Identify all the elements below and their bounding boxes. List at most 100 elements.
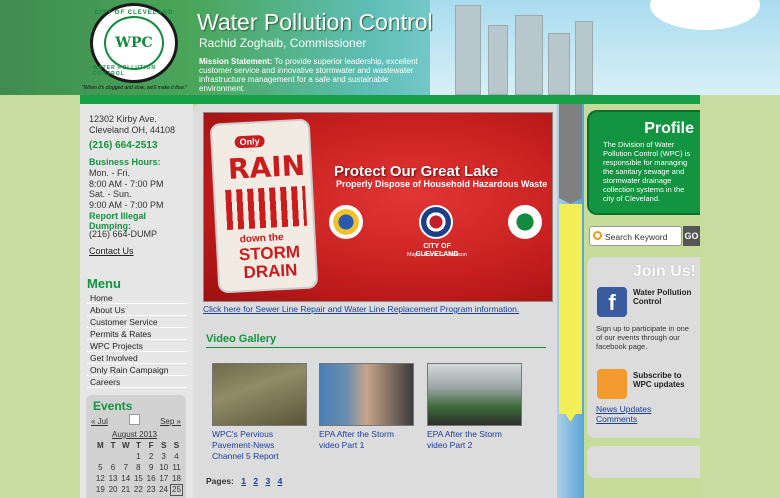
calendar-day[interactable]: 19 [94,484,107,495]
calendar-day[interactable]: 13 [107,473,120,484]
calendar-day[interactable]: 7 [119,462,132,473]
next-month-link[interactable]: Sep » [160,417,181,426]
video-thumbnail[interactable] [427,363,522,426]
profile-title: Profile [644,120,694,137]
calendar-day[interactable]: 9 [145,462,158,473]
building-graphic [515,15,543,95]
building-graphic [455,5,481,95]
video-item[interactable]: EPA After the Storm video Part 1 [319,363,414,451]
calendar-day[interactable]: 2 [145,451,158,462]
events-title: Events [93,399,133,413]
weekday: W [121,441,130,450]
banner-headline: Protect Our Great Lake [334,163,499,180]
logo-center: WPC [104,16,164,70]
rss-icon[interactable] [597,369,627,399]
wpc-logo[interactable]: CITY OF CLEVELAND WPC WATER POLLUTION CO… [90,3,178,83]
menu-item-customer-service[interactable]: Customer Service [87,316,187,328]
video-caption[interactable]: EPA After the Storm video Part 1 [319,429,414,451]
menu-item-wpc-projects[interactable]: WPC Projects [87,340,187,352]
calendar-day[interactable]: 22 [132,484,145,495]
calendar-day[interactable]: 24 [157,484,170,495]
address-line: 12302 Kirby Ave. [89,114,157,124]
sewer-repair-link[interactable]: Click here for Sewer Line Repair and Wat… [203,304,519,314]
contact-us-link[interactable]: Contact Us [89,246,134,256]
video-thumbnail[interactable] [319,363,414,426]
calendar-day[interactable]: 4 [170,451,183,462]
calendar-icon[interactable] [129,414,140,425]
calendar-day[interactable]: 16 [145,473,158,484]
calendar-day[interactable]: 23 [145,484,158,495]
phone-number: (216) 664-2513 [89,140,158,151]
calendar-week: 1234 [94,451,183,462]
report-title-line: Report Illegal [89,211,147,221]
rss-label[interactable]: Subscribe to WPC updates [633,371,700,389]
weekday: T [110,441,116,450]
menu-item-permits-rates[interactable]: Permits & Rates [87,328,187,340]
news-updates-link[interactable]: News Updates [596,404,651,414]
calendar-week: 19 20 21 22 23 24 25 [94,483,184,496]
raindrops-graphic [225,185,308,230]
building-graphic [548,33,570,95]
menu-item-about-us[interactable]: About Us [87,304,187,316]
menu-item-only-rain-campaign[interactable]: Only Rain Campaign [87,364,187,376]
tagline: "When it's clogged and slow, we'll make … [82,85,187,91]
profile-text: The Division of Water Pollution Control … [603,140,691,203]
only-rain-card: Only RAIN down the STORM DRAIN [209,118,319,294]
banner-mayor: Mayor Frank G. Jackson [407,252,467,258]
video-item[interactable]: EPA After the Storm video Part 2 [427,363,522,451]
right-sidebar: Profile The Division of Water Pollution … [584,104,700,498]
page-link[interactable]: 1 [241,476,246,486]
calendar-grid: M T W T F S S 1234 5 6 7 8 9 10 11 12 13 14 15 16 1… [94,440,184,496]
calendar-day[interactable]: 10 [157,462,170,473]
menu-item-home[interactable]: Home [87,292,187,304]
banner-rain: RAIN [227,148,306,186]
wpc-seal-icon [508,205,542,239]
video-gallery-title: Video Gallery [206,333,546,348]
cleveland-seal-icon [419,205,453,239]
calendar-day[interactable]: 5 [94,462,107,473]
calendar-day[interactable]: 1 [132,451,145,462]
calendar-day[interactable] [107,451,120,462]
banner-storm-drain: STORM DRAIN [226,242,314,283]
calendar-day-today[interactable]: 25 [169,483,184,496]
search-input[interactable]: Search Keyword [605,232,667,242]
prev-month-link[interactable]: « Jul [91,417,108,426]
video-thumbnail[interactable] [212,363,307,426]
facebook-icon[interactable]: f [597,287,627,317]
page-link[interactable]: 2 [253,476,258,486]
calendar-day[interactable]: 11 [170,462,183,473]
weekday-row: M T W T F S S [94,440,183,451]
search-go-button[interactable]: GO [683,226,700,246]
calendar-day[interactable]: 18 [170,473,183,484]
calendar-month[interactable]: August 2013 [112,430,157,439]
page-link[interactable]: 4 [278,476,283,486]
menu-item-careers[interactable]: Careers [87,376,187,388]
video-caption[interactable]: WPC's Pervious Pavement-News Channel 5 R… [212,429,307,462]
calendar-day[interactable] [119,451,132,462]
search-box[interactable]: Search Keyword [589,226,682,246]
calendar-day[interactable]: 17 [157,473,170,484]
menu-item-get-involved[interactable]: Get Involved [87,352,187,364]
calendar-day[interactable]: 6 [107,462,120,473]
building-graphic [488,25,508,95]
calendar-day[interactable]: 21 [119,484,132,495]
calendar-day[interactable]: 15 [132,473,145,484]
calendar-day[interactable]: 3 [157,451,170,462]
report-dumping-number: (216) 664-DUMP [89,229,158,239]
campaign-banner[interactable]: Only RAIN down the STORM DRAIN Protect O… [203,112,553,302]
calendar-day[interactable] [94,451,107,462]
weekday: S [161,441,167,450]
menu-title: Menu [87,276,187,293]
calendar-day[interactable]: 20 [107,484,120,495]
report-dumping-title: Report Illegal Dumping: [89,211,146,231]
page-link[interactable]: 3 [265,476,270,486]
calendar-day[interactable]: 12 [94,473,107,484]
calendar-day[interactable]: 14 [119,473,132,484]
rail-yellow-band [559,204,582,414]
calendar-week: 12 13 14 15 16 17 18 [94,473,183,484]
video-caption[interactable]: EPA After the Storm video Part 2 [427,429,522,451]
facebook-label[interactable]: Water Pollution Control [633,288,700,306]
calendar-day[interactable]: 8 [132,462,145,473]
video-item[interactable]: WPC's Pervious Pavement-News Channel 5 R… [212,363,307,462]
comments-link[interactable]: Comments [596,414,637,424]
